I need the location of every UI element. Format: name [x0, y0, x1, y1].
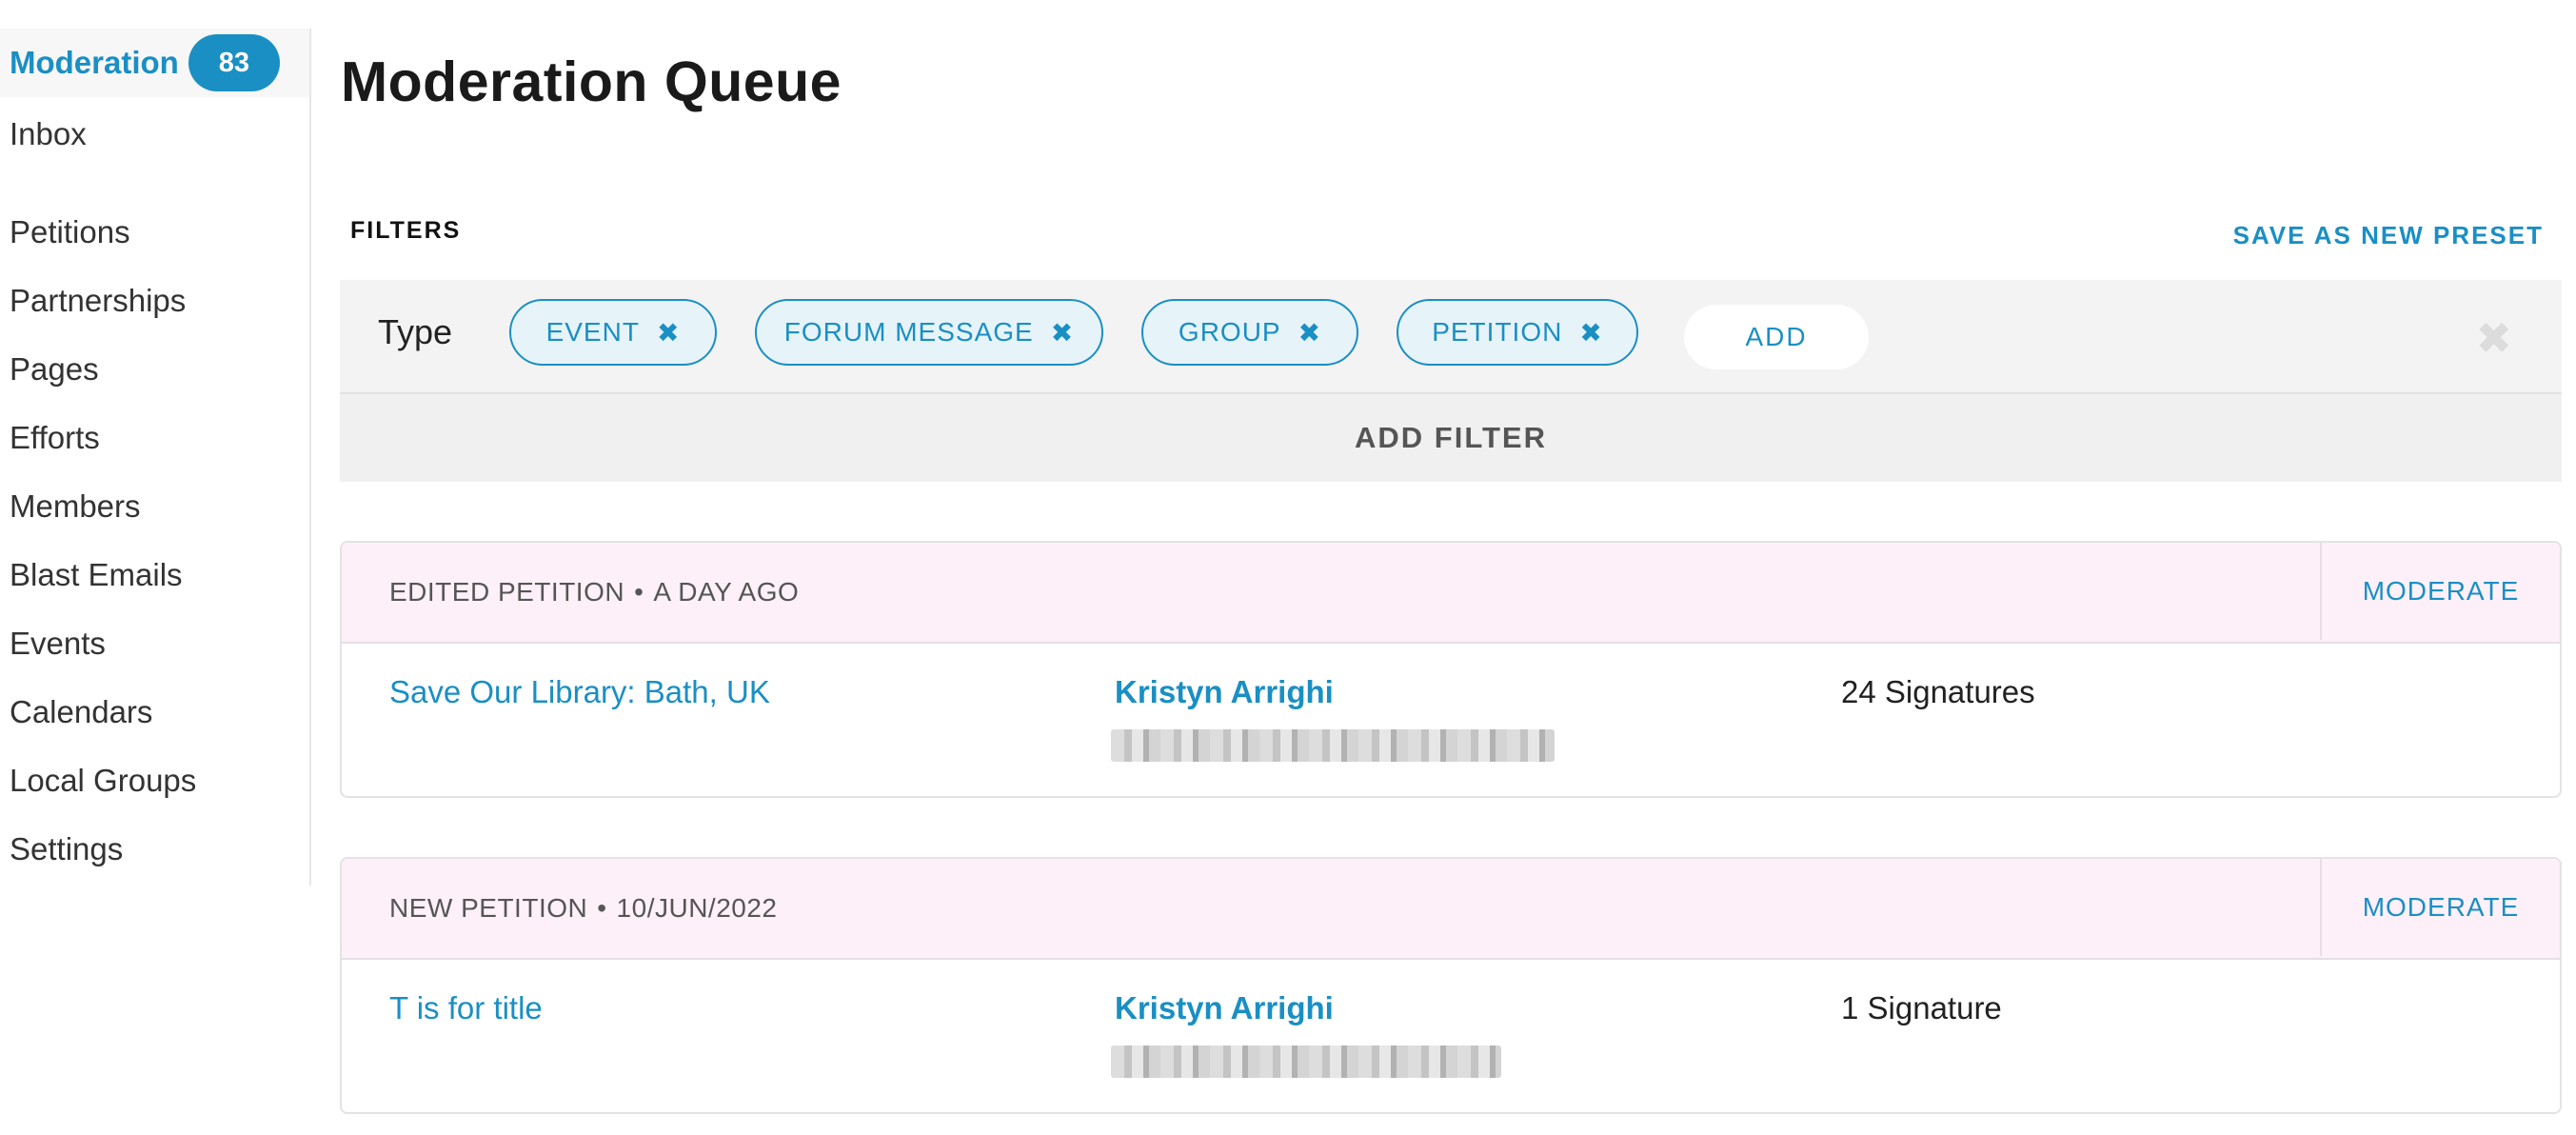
item-kind: NEW PETITION [389, 893, 588, 923]
filter-chip-label: PETITION [1432, 317, 1563, 347]
separator-dot: • [597, 893, 607, 923]
petition-title-link[interactable]: Save Our Library: Bath, UK [389, 674, 770, 710]
author-link[interactable]: Kristyn Arrighi [1115, 990, 1334, 1026]
card-meta: NEW PETITION • 10/JUN/2022 [389, 893, 777, 924]
sidebar-item-members[interactable]: Members [10, 488, 141, 526]
moderate-button[interactable]: MODERATE [2320, 543, 2560, 640]
card-meta: EDITED PETITION • A DAY AGO [389, 577, 799, 607]
signature-count: 1 Signature [1841, 990, 2002, 1025]
sidebar-item-label: Moderation [10, 45, 179, 80]
add-type-button[interactable]: ADD [1684, 305, 1869, 369]
sidebar-nav: Moderation 83 Inbox Petitions Partnershi… [0, 29, 311, 886]
sidebar-item-local-groups[interactable]: Local Groups [10, 762, 196, 800]
save-as-new-preset-link[interactable]: SAVE AS NEW PRESET [2233, 221, 2544, 250]
remove-chip-icon[interactable]: ✖ [657, 317, 680, 348]
item-time: 10/JUN/2022 [616, 893, 778, 923]
filter-chip-petition[interactable]: PETITION ✖ [1397, 299, 1638, 366]
author-link[interactable]: Kristyn Arrighi [1115, 674, 1334, 710]
item-time: A DAY AGO [653, 577, 800, 607]
sidebar-item-petitions[interactable]: Petitions [10, 213, 130, 251]
filter-chip-label: EVENT [545, 317, 640, 347]
sidebar-item-calendars[interactable]: Calendars [10, 693, 152, 731]
sidebar-item-events[interactable]: Events [10, 625, 106, 663]
card-header: EDITED PETITION • A DAY AGO MODERATE [342, 543, 2560, 644]
filter-type-label: Type [378, 312, 453, 351]
moderate-button[interactable]: MODERATE [2320, 859, 2560, 956]
sidebar-item-blast-emails[interactable]: Blast Emails [10, 556, 183, 594]
remove-chip-icon[interactable]: ✖ [1051, 317, 1074, 348]
filters-heading: FILTERS [350, 217, 462, 244]
queue-item-card: NEW PETITION • 10/JUN/2022 MODERATE T is f… [340, 857, 2562, 1114]
signature-count: 24 Signatures [1841, 674, 2035, 709]
remove-chip-icon[interactable]: ✖ [1579, 317, 1602, 348]
filter-chip-label: GROUP [1178, 317, 1281, 347]
remove-chip-icon[interactable]: ✖ [1298, 317, 1321, 348]
sidebar-item-efforts[interactable]: Efforts [10, 419, 100, 457]
filter-chip-group[interactable]: GROUP ✖ [1141, 299, 1358, 366]
filter-chip-label: FORUM MESSAGE [783, 317, 1034, 347]
sidebar-item-pages[interactable]: Pages [10, 350, 99, 388]
petition-title-link[interactable]: T is for title [389, 990, 543, 1026]
item-kind: EDITED PETITION [389, 577, 625, 607]
separator-dot: • [634, 577, 644, 607]
queue-item-card: EDITED PETITION • A DAY AGO MODERATE Save … [340, 541, 2562, 798]
clear-filter-icon[interactable]: ✖ [2475, 312, 2512, 364]
moderation-count-badge: 83 [188, 34, 280, 91]
card-header: NEW PETITION • 10/JUN/2022 MODERATE [342, 859, 2560, 960]
sidebar-item-settings[interactable]: Settings [10, 830, 123, 868]
type-filter-row: Type EVENT ✖ FORUM MESSAGE ✖ GROUP ✖ PET… [340, 280, 2562, 394]
sidebar-item-inbox[interactable]: Inbox [10, 115, 87, 153]
page-title: Moderation Queue [341, 50, 842, 113]
redacted-email [1111, 729, 1555, 762]
add-filter-button[interactable]: ADD FILTER [340, 394, 2562, 482]
filter-chip-event[interactable]: EVENT ✖ [509, 299, 717, 366]
filter-chip-forum-message[interactable]: FORUM MESSAGE ✖ [755, 299, 1103, 366]
sidebar-item-moderation[interactable]: Moderation 83 [0, 29, 309, 97]
redacted-email [1111, 1045, 1501, 1078]
sidebar-item-partnerships[interactable]: Partnerships [10, 282, 186, 320]
